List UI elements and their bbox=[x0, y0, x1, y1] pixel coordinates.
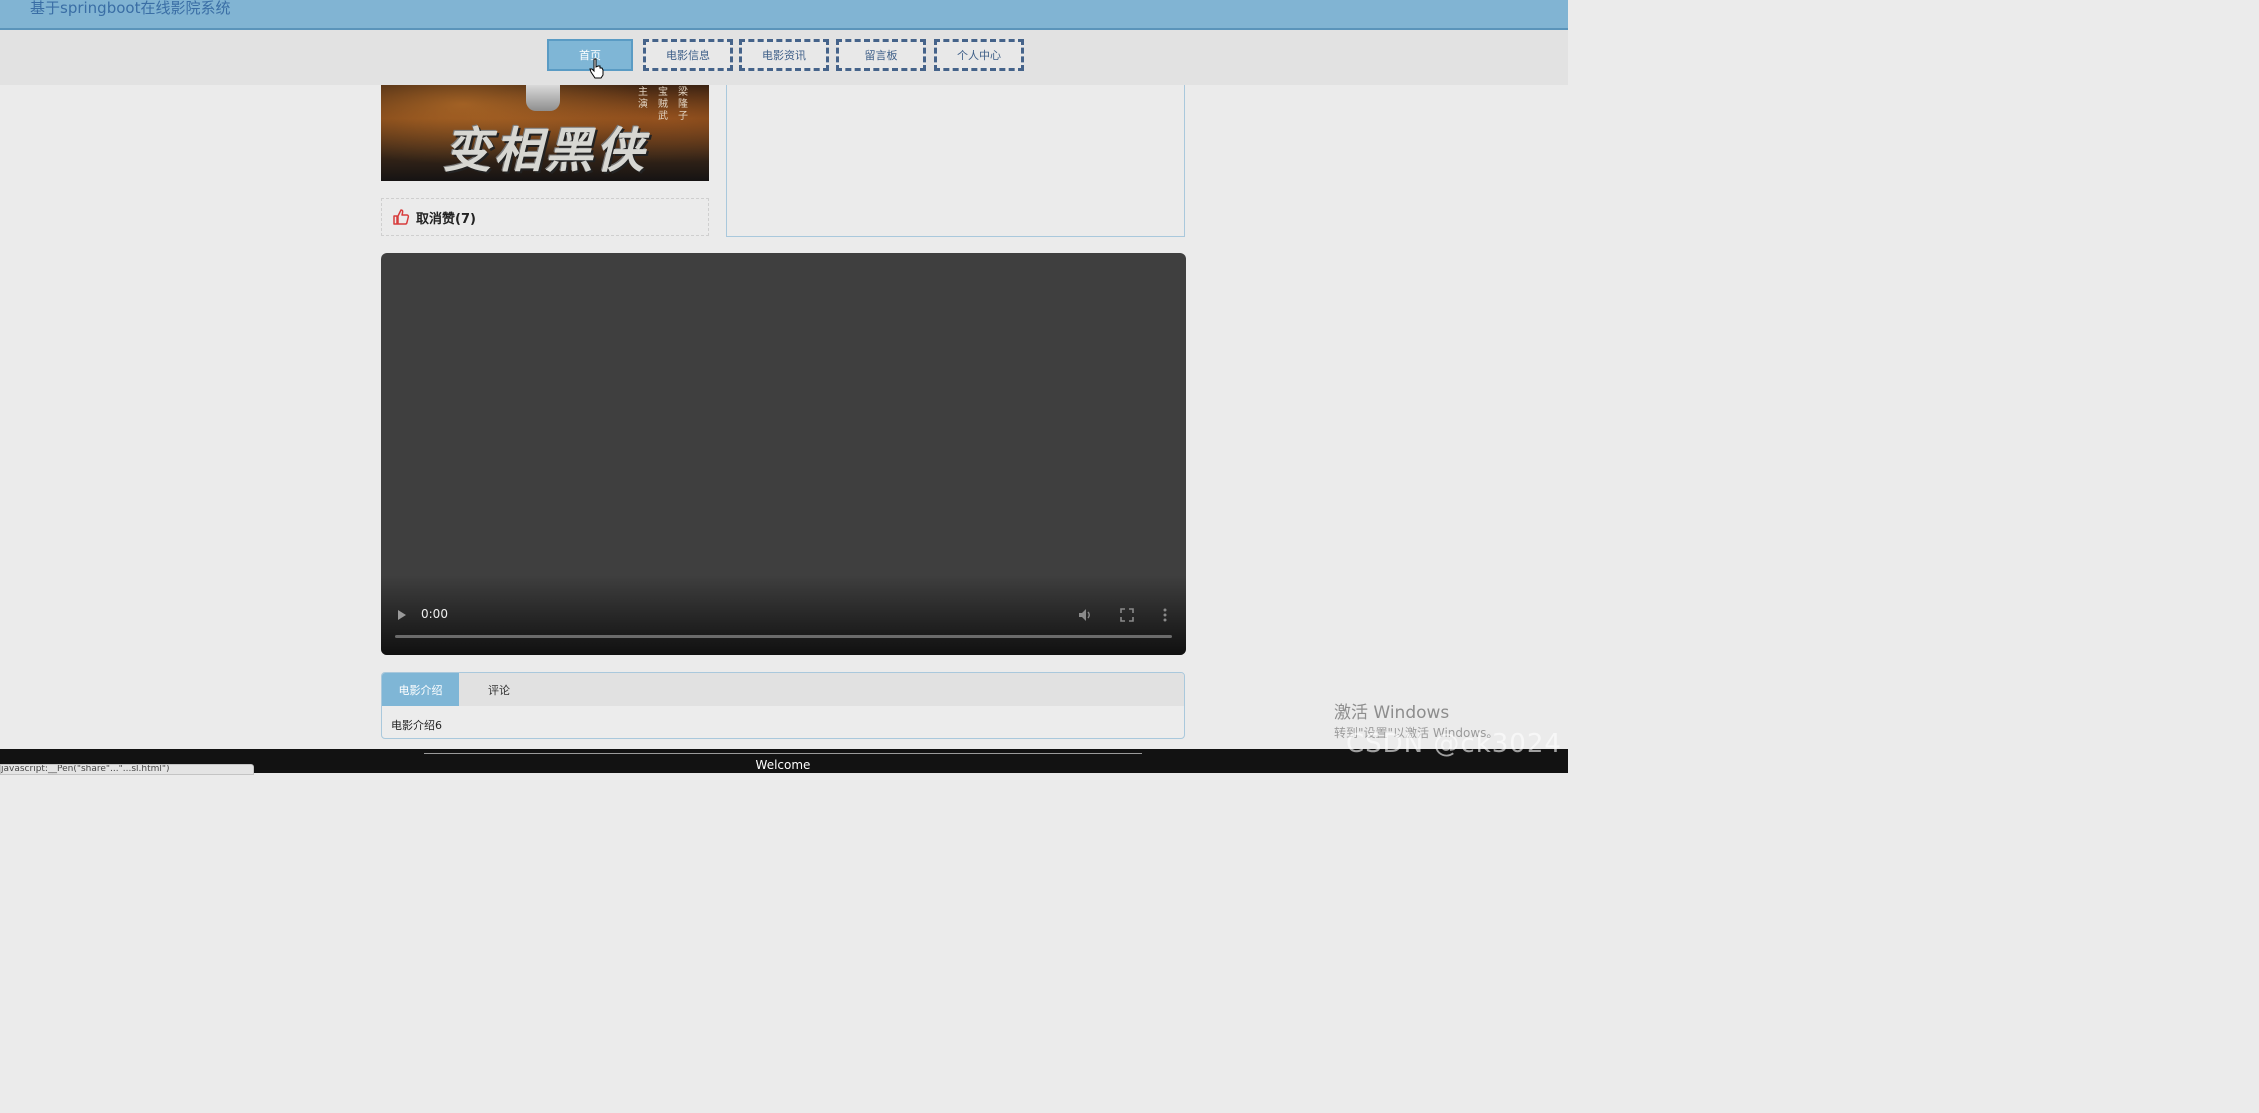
poster-title: 变相黑侠 bbox=[442, 123, 647, 179]
nav-movie-news[interactable]: 电影资讯 bbox=[739, 39, 829, 71]
hand-cursor-icon bbox=[589, 58, 604, 79]
browser-status-url: javascript:__Pen("share"..."...sl.html") bbox=[0, 764, 254, 775]
video-player[interactable]: 0:00 bbox=[381, 253, 1186, 655]
movie-detail-tabs: 电影介绍 评论 电影介绍6 bbox=[381, 672, 1185, 739]
video-time: 0:00 bbox=[421, 607, 448, 621]
tab-comments[interactable]: 评论 bbox=[459, 673, 539, 706]
thumbs-up-icon bbox=[393, 209, 410, 225]
poster-credits-left: 主演 bbox=[638, 87, 648, 110]
site-title: 基于springboot在线影院系统 bbox=[30, 0, 231, 17]
tab-bar: 电影介绍 评论 bbox=[382, 673, 1184, 706]
poster-figure bbox=[526, 85, 560, 111]
footer-divider bbox=[424, 753, 1142, 754]
video-progress-bar[interactable] bbox=[395, 635, 1172, 638]
nav-message-board[interactable]: 留言板 bbox=[836, 39, 926, 71]
watermark-line1: 激活 Windows bbox=[1334, 703, 1450, 723]
movie-info-panel bbox=[726, 85, 1185, 237]
unlike-button[interactable]: 取消赞(7) bbox=[381, 198, 709, 236]
fullscreen-icon[interactable] bbox=[1119, 607, 1135, 623]
play-icon[interactable] bbox=[395, 607, 409, 623]
csdn-watermark: CSDN @ck3024 bbox=[1346, 729, 1562, 759]
movie-intro-text: 电影介绍6 bbox=[391, 719, 442, 732]
nav-movie-info[interactable]: 电影信息 bbox=[643, 39, 733, 71]
volume-icon[interactable] bbox=[1077, 607, 1093, 623]
top-header-bar: 基于springboot在线影院系统 bbox=[0, 0, 1568, 30]
nav-personal-center[interactable]: 个人中心 bbox=[934, 39, 1024, 71]
more-options-icon[interactable] bbox=[1157, 607, 1173, 623]
tab-movie-intro[interactable]: 电影介绍 bbox=[382, 673, 459, 706]
movie-poster: 主演 宝贼武 梁隆子 变相黑侠 bbox=[381, 85, 709, 181]
main-navigation: 首页 电影信息 电影资讯 留言板 个人中心 bbox=[0, 30, 1568, 85]
video-controls: 0:00 bbox=[381, 603, 1186, 627]
unlike-label: 取消赞(7) bbox=[416, 211, 476, 227]
